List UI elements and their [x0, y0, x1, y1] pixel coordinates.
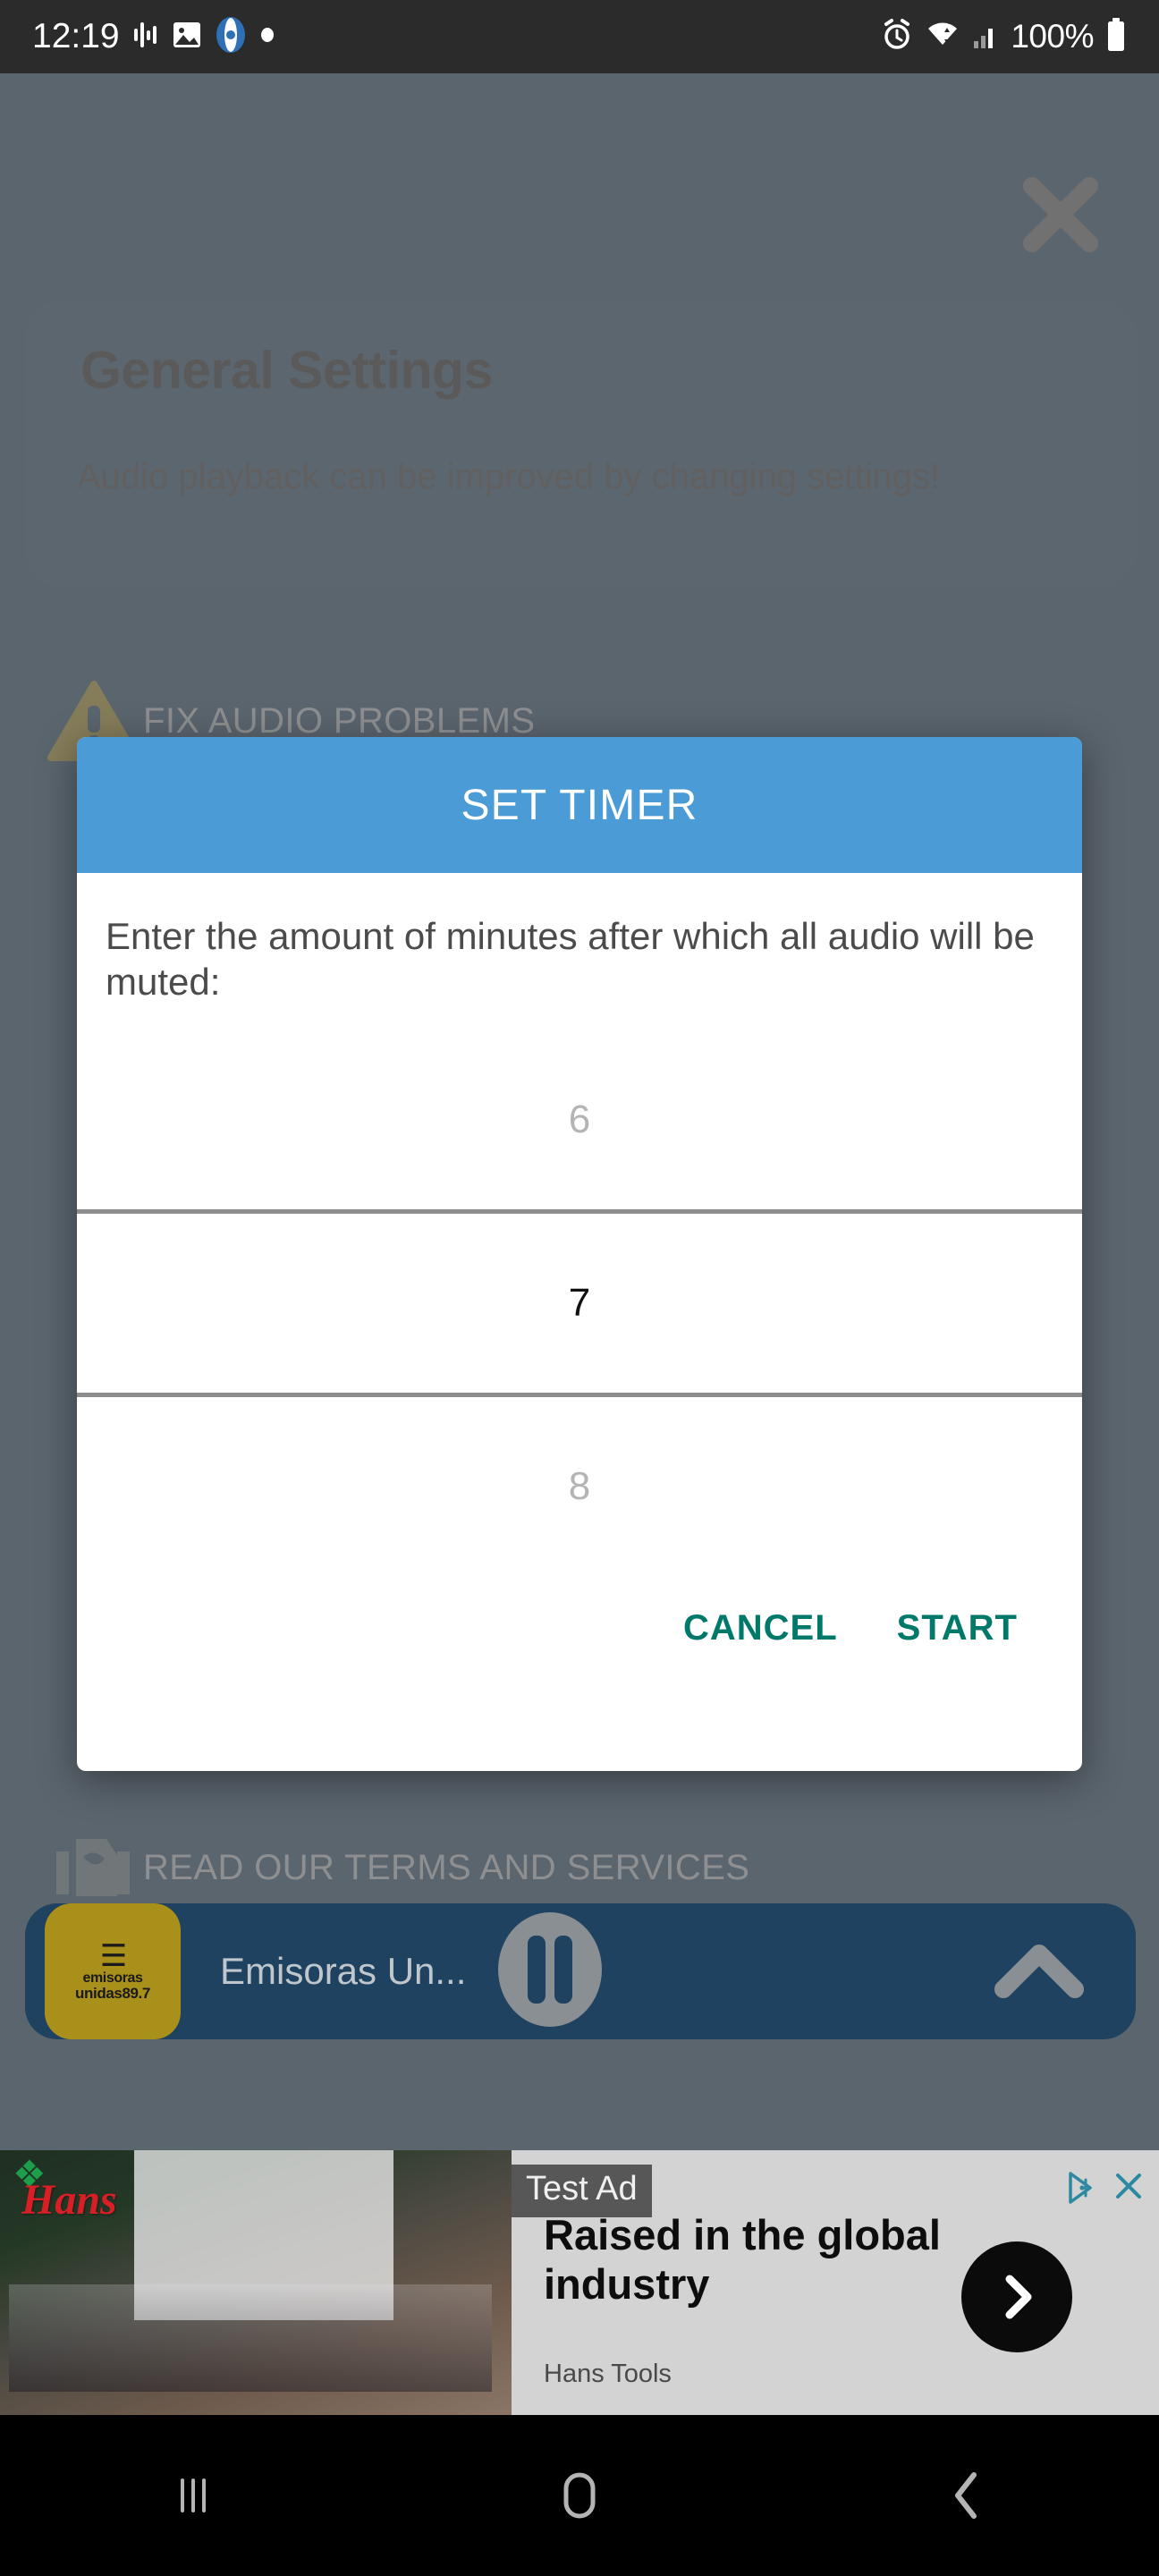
station-logo-line2: unidas89.7 [75, 1986, 150, 2001]
chevron-right-icon[interactable] [961, 2241, 1072, 2352]
dialog-header: SET TIMER [77, 737, 1082, 873]
picker-previous-value[interactable]: 6 [77, 1030, 1082, 1209]
adchoices-icon[interactable] [1062, 2168, 1102, 2212]
chevron-up-icon[interactable] [994, 1937, 1084, 2006]
dialog-title: SET TIMER [461, 781, 698, 829]
back-icon[interactable] [894, 2442, 1037, 2549]
image-icon [172, 20, 202, 55]
station-name: Emisoras Un... [220, 1950, 467, 1992]
station-logo-glyph: ☰ [99, 1939, 128, 1974]
dialog-actions: CANCEL START [77, 1576, 1082, 1665]
ad-image: ❖ Hans [0, 2150, 512, 2415]
minutes-number-picker[interactable]: 6 7 8 [77, 1030, 1082, 1576]
cancel-button[interactable]: CANCEL [671, 1592, 850, 1665]
status-bar: 12:19 100% [0, 0, 1159, 73]
station-logo-line1: emisoras [82, 1970, 143, 1986]
dialog-message: Enter the amount of minutes after which … [106, 915, 1035, 1003]
wifi-icon [925, 20, 960, 55]
signal-bars-icon [132, 20, 159, 55]
status-bar-left: 12:19 [32, 16, 275, 58]
ad-test-label: Test Ad [512, 2165, 652, 2217]
status-bar-right: 100% [881, 17, 1127, 57]
phone-screen: 12:19 100% FIX AUDIO PROBLEMS READ OUR T… [0, 0, 1159, 2576]
home-icon[interactable] [508, 2442, 651, 2549]
picker-next-value[interactable]: 8 [77, 1396, 1082, 1576]
ad-headline: Raised in the global industry [544, 2211, 941, 2308]
battery-icon [1105, 17, 1127, 57]
station-logo-line2-text: unidas [75, 1984, 123, 2002]
cellular-signal-icon [972, 20, 999, 55]
set-timer-dialog: SET TIMER Enter the amount of minutes af… [77, 737, 1082, 1771]
status-bar-clock: 12:19 [32, 17, 120, 55]
recents-icon[interactable] [122, 2442, 265, 2549]
ad-image-shelf [9, 2284, 492, 2392]
station-logo-freq: 89.7 [122, 1984, 150, 2002]
dot-icon [259, 27, 275, 47]
station-logo: ☰ emisoras unidas89.7 [45, 1903, 181, 2039]
ad-brand-label: Hans [21, 2176, 117, 2224]
ad-close-icon[interactable] [1111, 2168, 1146, 2208]
close-icon[interactable] [1018, 172, 1104, 258]
player-bar[interactable]: ☰ emisoras unidas89.7 Emisoras Un... [25, 1903, 1136, 2039]
page-description: Audio playback can be improved by changi… [77, 457, 941, 496]
ad-advertiser: Hans Tools [544, 2360, 672, 2388]
ad-choices-group[interactable] [1062, 2168, 1146, 2212]
start-button[interactable]: START [884, 1592, 1030, 1665]
android-nav-bar [0, 2415, 1159, 2576]
battery-percent-label: 100% [1011, 18, 1094, 55]
page-title: General Settings [80, 341, 493, 400]
flag-badge-icon [215, 16, 247, 58]
picker-selected-value[interactable]: 7 [77, 1213, 1082, 1393]
alarm-icon [881, 18, 913, 56]
pause-icon[interactable] [496, 1911, 604, 2033]
